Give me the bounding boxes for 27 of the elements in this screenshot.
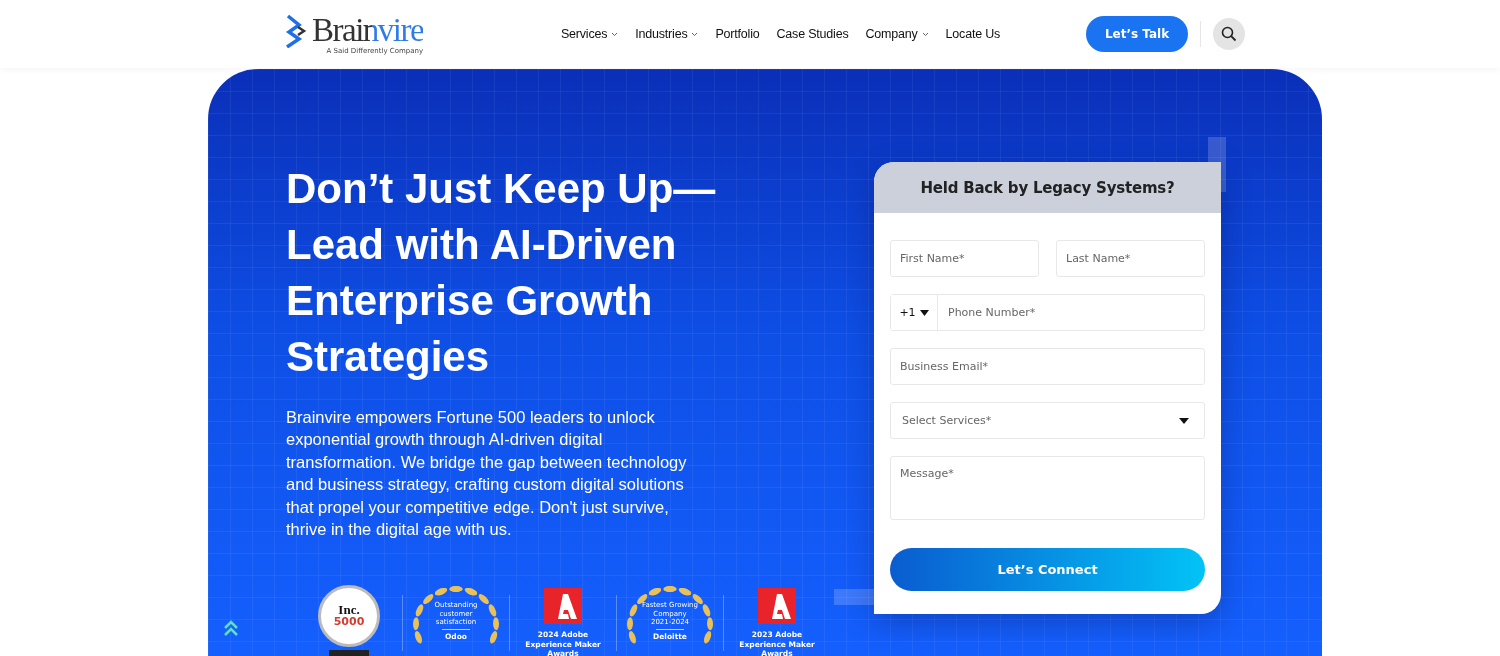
- input-field[interactable]: First Name*: [890, 240, 1039, 277]
- input-field[interactable]: Last Name*: [1056, 240, 1205, 277]
- lets-connect-button[interactable]: Let’s Connect: [890, 548, 1205, 591]
- search-button[interactable]: [1213, 18, 1245, 50]
- services-dropdown[interactable]: Select Services*: [890, 402, 1205, 439]
- nav-link[interactable]: Case Studies: [776, 27, 849, 41]
- message-field[interactable]: Message*: [890, 456, 1205, 520]
- hero-description: Brainvire empowers Fortune 500 leaders to unlock exponential growth through AI-driven digital transformation. We bridge the gap between technology and business strategy, crafting custom digital solutions that propel your competitive edge. Don't just survive, thrive in the digital age with us.: [286, 407, 688, 541]
- country-code-dropdown[interactable]: +1: [891, 295, 938, 330]
- form-title: Held Back by Legacy Systems?: [874, 162, 1221, 213]
- caret-down-icon: [919, 309, 929, 316]
- input-field[interactable]: Business Email*: [890, 348, 1205, 385]
- award-title: 5000: [333, 616, 365, 629]
- adobe-logo-icon: [758, 588, 796, 625]
- nav-link[interactable]: Company: [865, 27, 929, 41]
- nav-link[interactable]: Locate Us: [945, 27, 1001, 41]
- nav-link[interactable]: Portfolio: [715, 27, 760, 41]
- double-chevron-up-icon: [224, 620, 238, 636]
- lets-talk-button[interactable]: Let’s Talk: [1086, 16, 1188, 52]
- adobe-logo-icon: [544, 588, 582, 625]
- award-title: Inc.: [338, 604, 360, 617]
- hero-heading: Don’t Just Keep Up—Lead with AI-Driven Enterprise Growth Strategies: [286, 164, 717, 382]
- nav-link[interactable]: Services: [560, 27, 619, 41]
- phone-field[interactable]: +1 Phone Number*: [890, 294, 1205, 331]
- nav-link[interactable]: Industries: [635, 27, 699, 41]
- search-icon: [1221, 26, 1237, 42]
- caret-down-icon: [1179, 417, 1189, 424]
